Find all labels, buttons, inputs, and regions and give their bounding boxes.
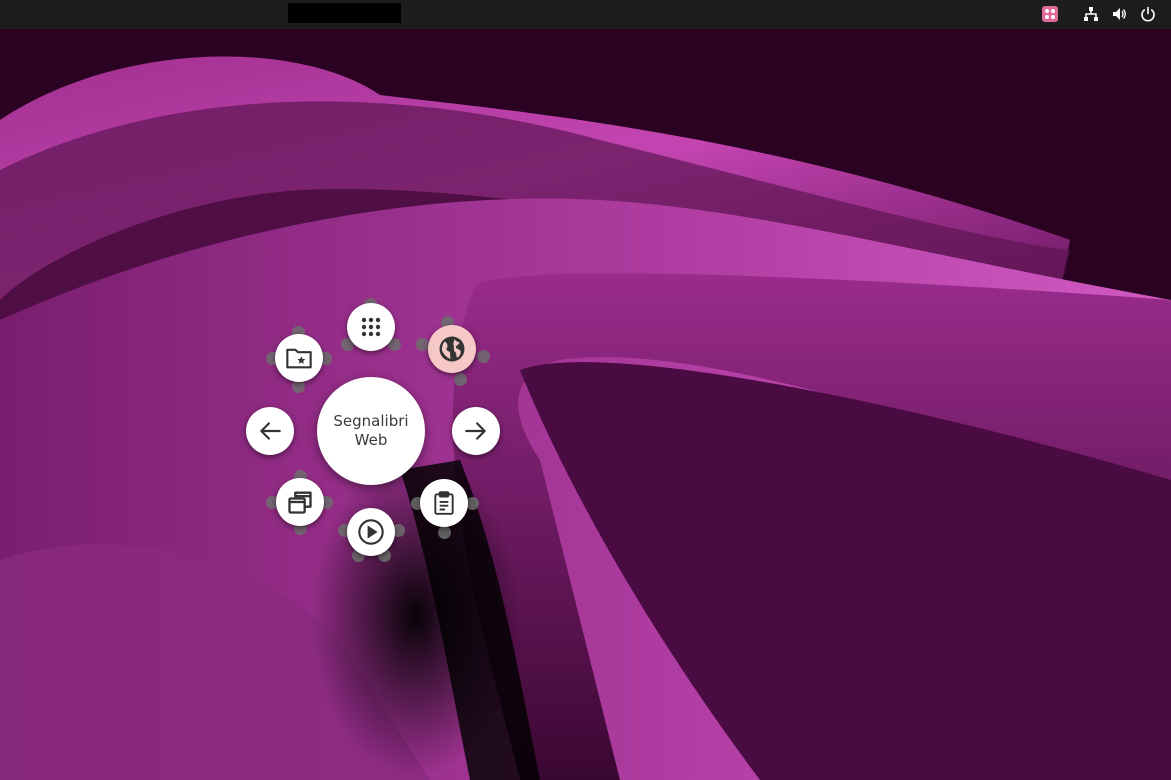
- bookmarks-folder-button[interactable]: [275, 334, 323, 382]
- pie-menu: Segnalibri Web: [0, 0, 1171, 780]
- forward-button[interactable]: [452, 407, 500, 455]
- apps-grid-button[interactable]: [347, 303, 395, 351]
- pie-menu-center[interactable]: Segnalibri Web: [317, 377, 425, 485]
- center-label-line2: Web: [354, 431, 388, 449]
- pie-menu-center-label: Segnalibri Web: [326, 412, 416, 450]
- center-label-line1: Segnalibri: [333, 412, 409, 430]
- clipboard-button[interactable]: [420, 479, 468, 527]
- back-arrow-icon: [260, 422, 281, 440]
- back-button[interactable]: [246, 407, 294, 455]
- apps-grid-icon: [361, 317, 381, 337]
- menu-connector-dot: [454, 373, 467, 386]
- clipboard-icon: [434, 491, 454, 515]
- play-icon: [358, 519, 384, 545]
- menu-connector-dot: [477, 350, 490, 363]
- web-bookmarks-button[interactable]: [428, 325, 476, 373]
- menu-connector-dot: [438, 526, 451, 539]
- forward-arrow-icon: [465, 422, 486, 440]
- windows-icon: [288, 491, 312, 514]
- globe-icon: [439, 336, 465, 362]
- bookmarks-folder-icon: [286, 348, 312, 369]
- media-play-button[interactable]: [347, 508, 395, 556]
- windows-button[interactable]: [276, 478, 324, 526]
